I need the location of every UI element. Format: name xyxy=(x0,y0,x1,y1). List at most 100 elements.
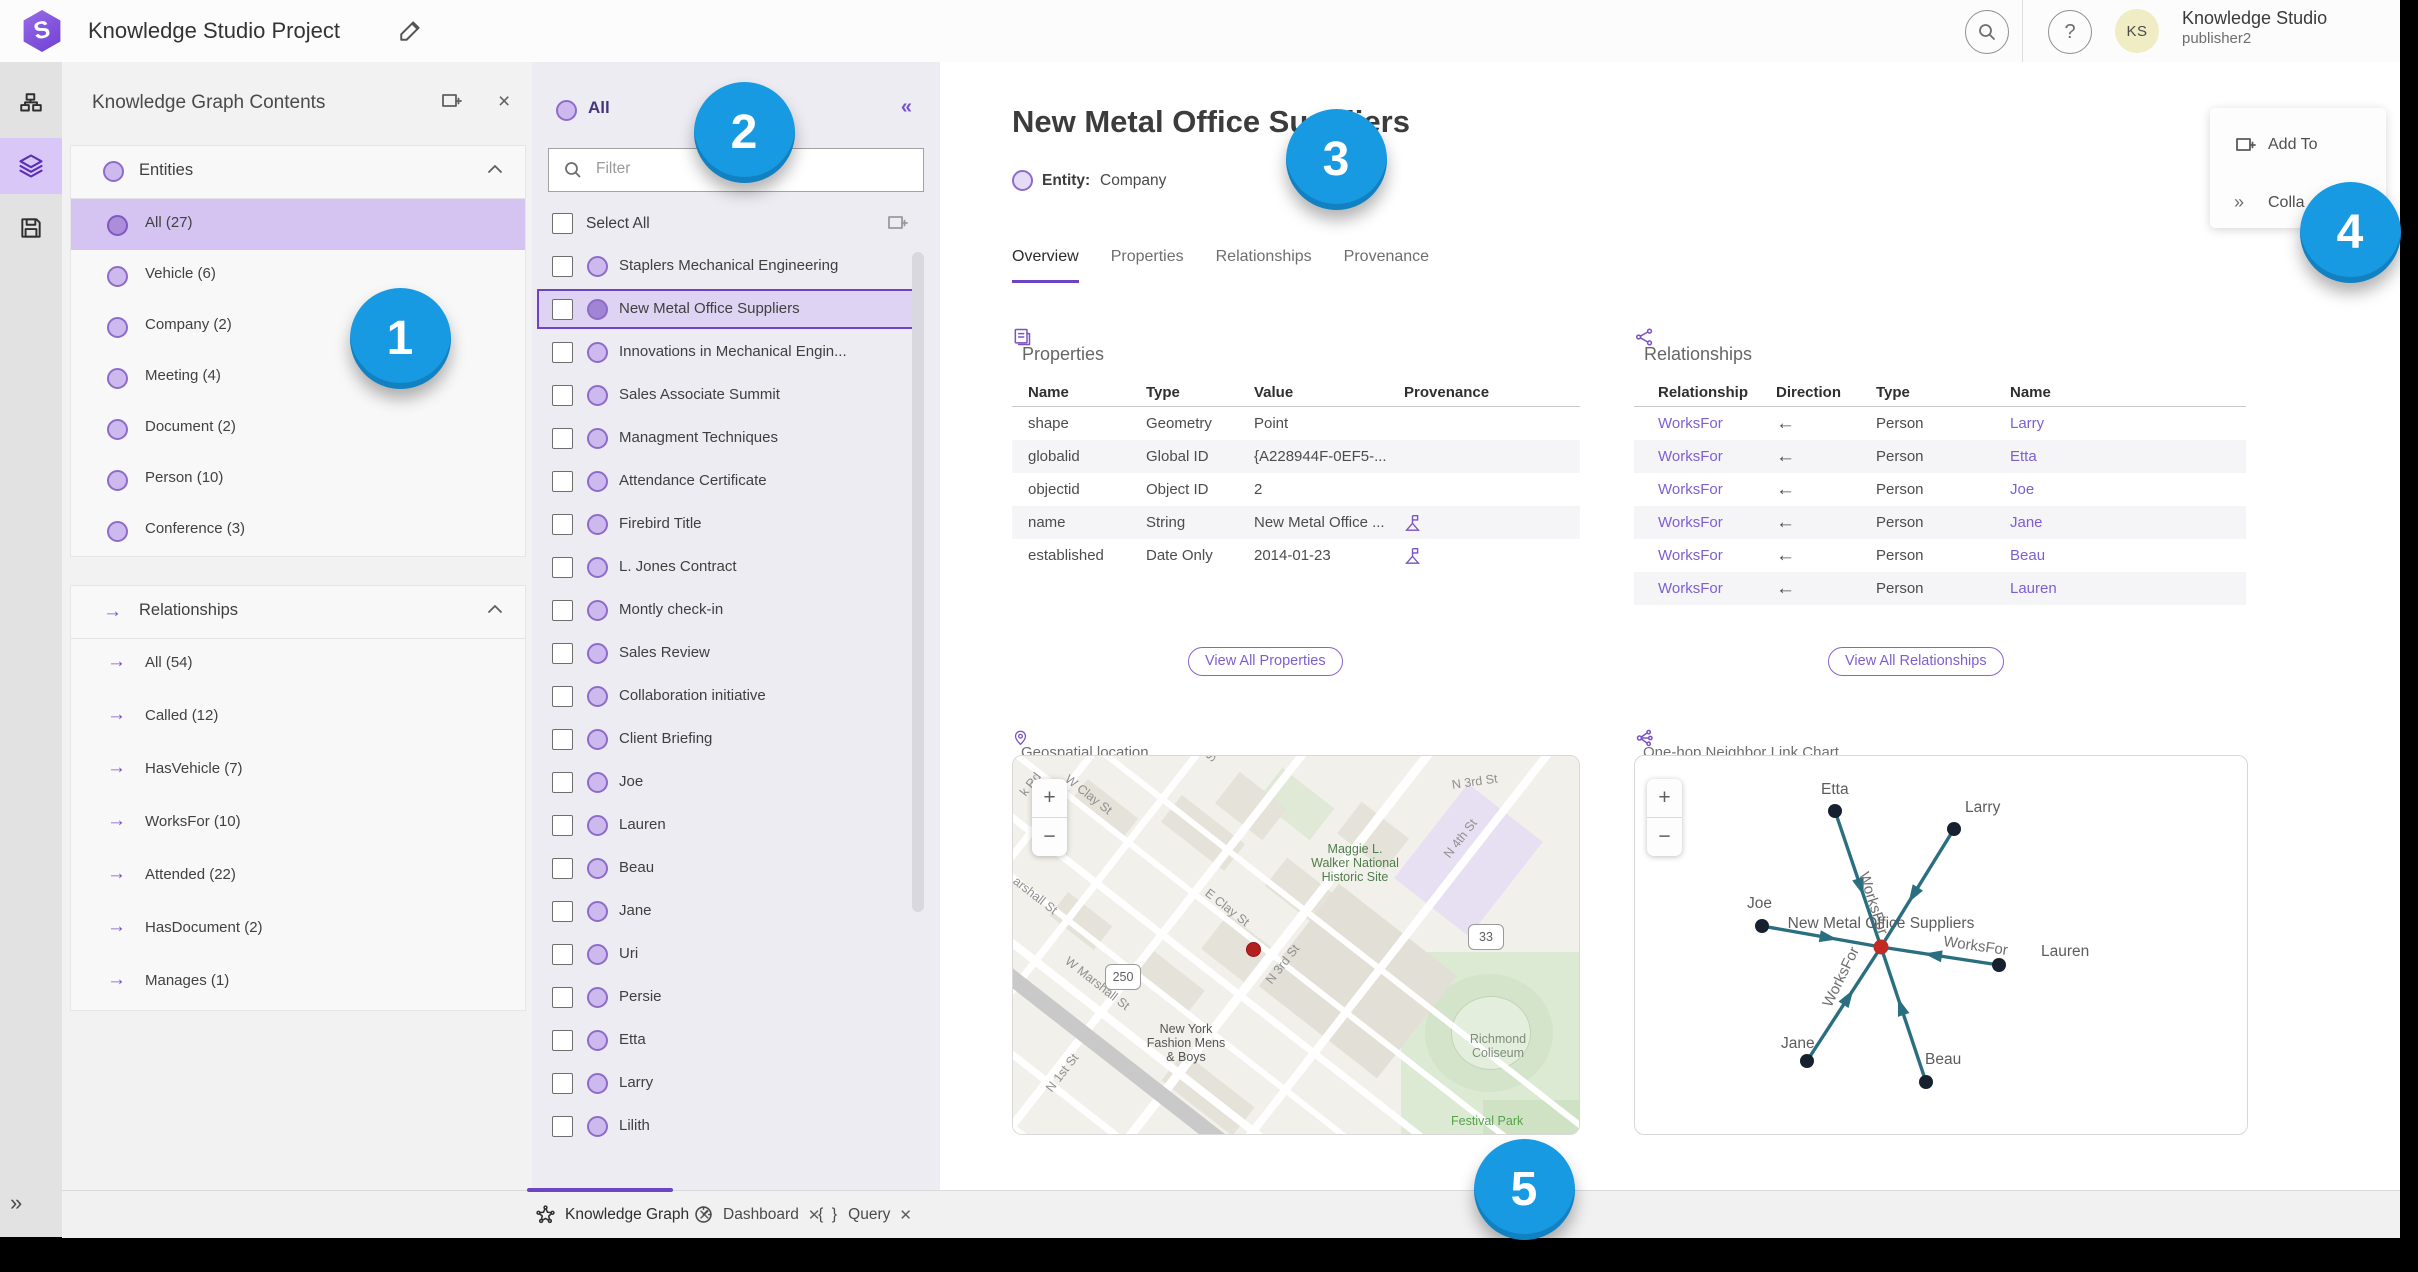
entity-type-row[interactable]: Person (10) xyxy=(71,454,525,505)
list-item[interactable]: Joe xyxy=(532,762,940,802)
node[interactable] xyxy=(1800,1054,1814,1068)
table-row[interactable]: globalid Global ID {A228944F-0EF5-... xyxy=(1012,440,1580,473)
view-all-relationships-button[interactable]: View All Relationships xyxy=(1828,647,2004,676)
item-checkbox[interactable] xyxy=(552,514,573,535)
map-card[interactable]: k RdW Clay StSalarshall StE Clay StW Mar… xyxy=(1012,755,1580,1135)
avatar[interactable]: KS xyxy=(2115,9,2159,53)
chevron-up-icon[interactable] xyxy=(487,604,503,614)
list-item[interactable]: Uri xyxy=(532,934,940,974)
item-checkbox[interactable] xyxy=(552,385,573,406)
item-checkbox[interactable] xyxy=(552,342,573,363)
list-item[interactable]: Client Briefing xyxy=(532,719,940,759)
list-item[interactable]: Staplers Mechanical Engineering xyxy=(532,246,940,286)
select-all-checkbox[interactable] xyxy=(552,213,573,234)
list-item[interactable]: Innovations in Mechanical Engin... xyxy=(532,332,940,372)
center-node[interactable] xyxy=(1873,939,1889,955)
item-checkbox[interactable] xyxy=(552,643,573,664)
zoom-out-button[interactable]: − xyxy=(1032,818,1067,856)
table-row[interactable]: WorksFor ← Person Beau xyxy=(1634,539,2246,572)
list-item[interactable]: Montly check-in xyxy=(532,590,940,630)
relationship-link[interactable]: WorksFor xyxy=(1658,580,1776,597)
scrollbar-thumb[interactable] xyxy=(912,252,924,912)
map[interactable]: k RdW Clay StSalarshall StE Clay StW Mar… xyxy=(1013,756,1579,1134)
zoom-in-button[interactable]: + xyxy=(1032,779,1067,818)
item-checkbox[interactable] xyxy=(552,944,573,965)
tab-overview[interactable]: Overview xyxy=(1012,248,1079,283)
entities-section-header[interactable]: Entities xyxy=(71,146,525,199)
tab-relationships[interactable]: Relationships xyxy=(1216,248,1312,283)
entity-type-row[interactable]: Company (2) xyxy=(71,301,525,352)
list-item[interactable]: Firebird Title xyxy=(532,504,940,544)
item-checkbox[interactable] xyxy=(552,901,573,922)
item-checkbox[interactable] xyxy=(552,471,573,492)
node[interactable] xyxy=(1992,958,2006,972)
list-item[interactable]: L. Jones Contract xyxy=(532,547,940,587)
item-checkbox[interactable] xyxy=(552,428,573,449)
list-item[interactable]: Sales Review xyxy=(532,633,940,673)
relationships-section-header[interactable]: → Relationships xyxy=(71,586,525,639)
list-item[interactable]: Lauren xyxy=(532,805,940,845)
table-row[interactable]: WorksFor ← Person Jane xyxy=(1634,506,2246,539)
list-item[interactable]: Beau xyxy=(532,848,940,888)
item-checkbox[interactable] xyxy=(552,772,573,793)
item-checkbox[interactable] xyxy=(552,600,573,621)
layers-icon[interactable] xyxy=(0,138,62,194)
edit-title-icon[interactable] xyxy=(398,17,424,43)
list-item[interactable]: Lilith xyxy=(532,1106,940,1146)
data-model-icon[interactable] xyxy=(0,76,62,132)
name-link[interactable]: Etta xyxy=(2010,448,2246,465)
item-checkbox[interactable] xyxy=(552,987,573,1008)
item-checkbox[interactable] xyxy=(552,1030,573,1051)
item-checkbox[interactable] xyxy=(552,256,573,277)
item-checkbox[interactable] xyxy=(552,299,573,320)
close-tab-icon[interactable]: ✕ xyxy=(899,1206,912,1224)
link-chart[interactable]: New Metal Office SuppliersEttaLarryJoeLa… xyxy=(1635,756,2247,1134)
link-chart-card[interactable]: New Metal Office Suppliers Etta Larry Joe La… xyxy=(1634,755,2248,1135)
view-all-properties-button[interactable]: View All Properties xyxy=(1188,647,1343,676)
bottom-tab-knowledge-graph[interactable]: Knowledge Graph ✕ xyxy=(535,1191,711,1238)
tab-provenance[interactable]: Provenance xyxy=(1344,248,1429,283)
relationship-type-row[interactable]: → HasVehicle (7) xyxy=(71,745,525,798)
table-row[interactable]: WorksFor ← Person Larry xyxy=(1634,407,2246,440)
relationship-link[interactable]: WorksFor xyxy=(1658,514,1776,531)
list-item[interactable]: Collaboration initiative xyxy=(532,676,940,716)
item-checkbox[interactable] xyxy=(552,1116,573,1137)
name-link[interactable]: Lauren xyxy=(2010,580,2246,597)
table-row[interactable]: name String New Metal Office ... xyxy=(1012,506,1580,539)
chevron-up-icon[interactable] xyxy=(487,164,503,174)
save-icon[interactable] xyxy=(0,200,62,256)
user-info[interactable]: Knowledge Studio publisher2 xyxy=(2182,8,2327,48)
entity-type-row[interactable]: Vehicle (6) xyxy=(71,250,525,301)
name-link[interactable]: Jane xyxy=(2010,514,2246,531)
zoom-out-button[interactable]: − xyxy=(1647,818,1682,856)
relationship-link[interactable]: WorksFor xyxy=(1658,415,1776,432)
item-checkbox[interactable] xyxy=(552,686,573,707)
list-item[interactable]: Jane xyxy=(532,891,940,931)
table-row[interactable]: objectid Object ID 2 xyxy=(1012,473,1580,506)
list-item[interactable]: Persie xyxy=(532,977,940,1017)
relationship-link[interactable]: WorksFor xyxy=(1658,547,1776,564)
provenance-flag-icon[interactable] xyxy=(1404,513,1580,532)
relationship-type-row[interactable]: → All (54) xyxy=(71,639,525,692)
name-link[interactable]: Joe xyxy=(2010,481,2246,498)
item-checkbox[interactable] xyxy=(552,815,573,836)
table-row[interactable]: WorksFor ← Person Joe xyxy=(1634,473,2246,506)
table-row[interactable]: established Date Only 2014-01-23 xyxy=(1012,539,1580,572)
add-to-new-view-icon[interactable] xyxy=(440,90,464,112)
add-to-new-view-icon[interactable] xyxy=(886,212,910,234)
item-checkbox[interactable] xyxy=(552,557,573,578)
name-link[interactable]: Beau xyxy=(2010,547,2246,564)
bottom-tab-dashboard[interactable]: Dashboard ✕ xyxy=(693,1191,820,1238)
node[interactable] xyxy=(1919,1075,1933,1089)
close-panel-icon[interactable]: × xyxy=(498,90,510,114)
table-row[interactable]: WorksFor ← Person Lauren xyxy=(1634,572,2246,605)
relationship-type-row[interactable]: → WorksFor (10) xyxy=(71,798,525,851)
entity-type-row[interactable]: Meeting (4) xyxy=(71,352,525,403)
table-row[interactable]: WorksFor ← Person Etta xyxy=(1634,440,2246,473)
relationship-link[interactable]: WorksFor xyxy=(1658,448,1776,465)
name-link[interactable]: Larry xyxy=(2010,415,2246,432)
item-checkbox[interactable] xyxy=(552,1073,573,1094)
item-checkbox[interactable] xyxy=(552,729,573,750)
expand-rail-button[interactable]: » xyxy=(10,1190,22,1216)
zoom-in-button[interactable]: + xyxy=(1647,779,1682,818)
